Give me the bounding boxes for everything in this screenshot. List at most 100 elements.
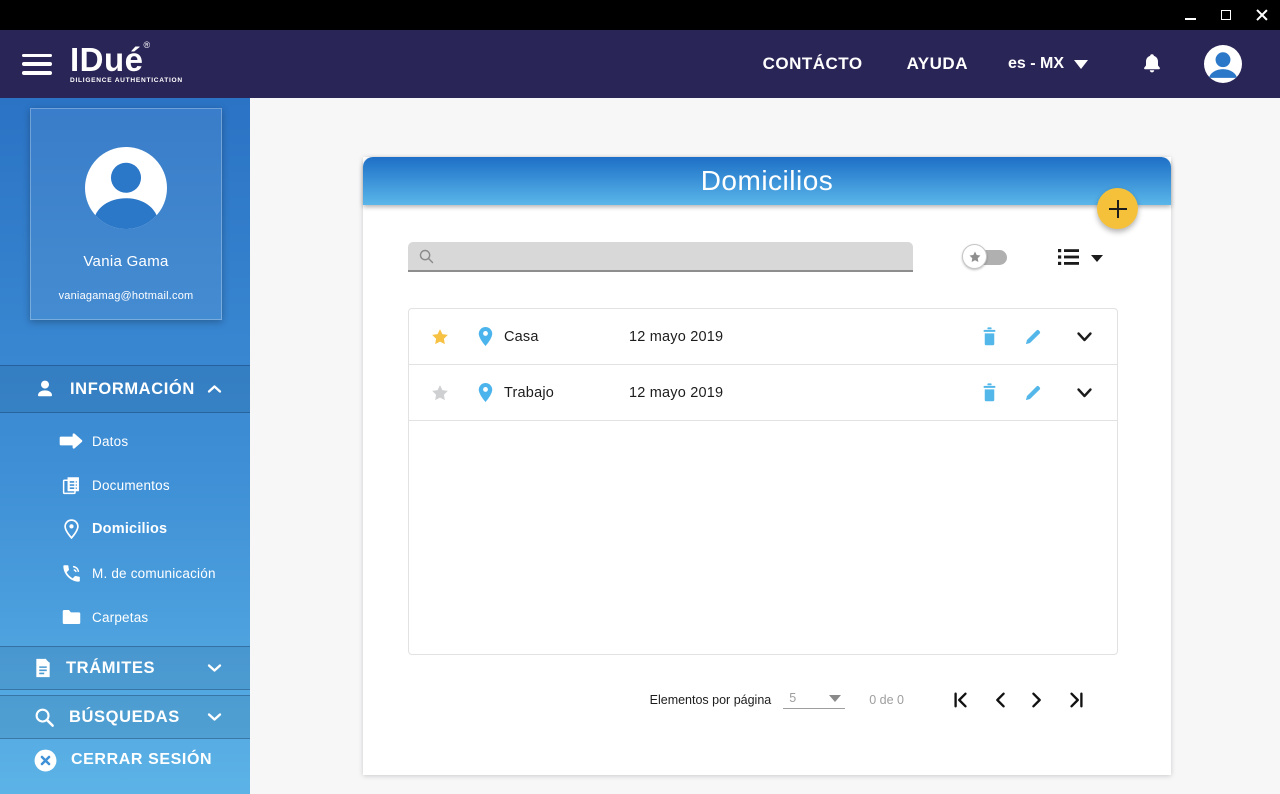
logout-label: CERRAR SESIÓN bbox=[71, 751, 213, 768]
location-pin-icon bbox=[477, 381, 494, 404]
toggle-knob bbox=[962, 244, 987, 269]
chevron-right-icon bbox=[1032, 692, 1041, 708]
favorite-star-button[interactable] bbox=[430, 327, 450, 347]
logo-tagline: DILIGENCE AUTHENTICATION bbox=[70, 77, 183, 85]
chevron-down-icon bbox=[1077, 331, 1092, 341]
profile-avatar bbox=[85, 147, 167, 229]
address-name: Casa bbox=[504, 328, 539, 345]
view-options-button[interactable] bbox=[1056, 246, 1103, 268]
close-icon bbox=[1256, 9, 1268, 21]
first-page-button[interactable] bbox=[952, 691, 970, 709]
information-subnav: Datos Documentos Domicilios M. de comuni… bbox=[0, 413, 250, 643]
page-size-value: 5 bbox=[789, 691, 797, 705]
search-icon bbox=[419, 249, 434, 263]
previous-page-button[interactable] bbox=[993, 691, 1007, 709]
chevron-left-icon bbox=[996, 692, 1005, 708]
add-address-button[interactable] bbox=[1097, 188, 1138, 229]
favorites-filter-toggle[interactable] bbox=[962, 244, 1010, 270]
app-logo[interactable]: IDué® DILIGENCE AUTHENTICATION bbox=[70, 40, 183, 85]
address-list: Casa 12 mayo 2019 Trabajo 12 mayo 2019 bbox=[408, 308, 1118, 655]
trash-icon bbox=[983, 327, 996, 346]
minimize-icon bbox=[1184, 18, 1196, 20]
star-filled-icon bbox=[432, 384, 448, 400]
toolbar bbox=[408, 242, 1103, 272]
table-row[interactable]: Casa 12 mayo 2019 bbox=[409, 309, 1117, 365]
section-label: BÚSQUEDAS bbox=[69, 707, 180, 726]
close-button[interactable] bbox=[1244, 0, 1280, 30]
card-header: Domicilios bbox=[363, 157, 1171, 205]
search-icon bbox=[35, 708, 54, 727]
person-icon bbox=[1208, 52, 1238, 78]
page-range: 0 de 0 bbox=[869, 693, 904, 707]
sidebar-item-domicilios[interactable]: Domicilios bbox=[0, 507, 250, 551]
sidebar-item-label: Datos bbox=[92, 433, 129, 449]
items-per-page-label: Elementos por página bbox=[649, 693, 772, 707]
sidebar-item-label: M. de comunicación bbox=[92, 565, 216, 581]
maximize-button[interactable] bbox=[1208, 0, 1244, 30]
sidebar-item-carpetas[interactable]: Carpetas bbox=[0, 595, 250, 639]
location-pin-icon bbox=[58, 518, 84, 540]
chevron-down-icon bbox=[1077, 387, 1092, 397]
sidebar-section-busquedas[interactable]: BÚSQUEDAS bbox=[0, 695, 250, 739]
next-page-button[interactable] bbox=[1030, 691, 1044, 709]
logout-button[interactable]: CERRAR SESIÓN bbox=[0, 739, 250, 781]
first-page-icon bbox=[954, 692, 967, 708]
search-box[interactable] bbox=[408, 242, 913, 272]
menu-icon[interactable] bbox=[22, 53, 52, 75]
folder-icon bbox=[58, 608, 84, 626]
maximize-icon bbox=[1221, 10, 1231, 20]
profile-name: Vania Gama bbox=[83, 253, 169, 270]
sidebar-item-documentos[interactable]: Documentos bbox=[0, 463, 250, 507]
sidebar-item-comunicacion[interactable]: M. de comunicación bbox=[0, 551, 250, 595]
sidebar-item-label: Documentos bbox=[92, 477, 170, 493]
documents-icon bbox=[58, 475, 84, 496]
chevron-down-icon bbox=[1074, 59, 1088, 69]
location-pin-icon bbox=[477, 325, 494, 348]
list-icon bbox=[1058, 249, 1079, 265]
search-input[interactable] bbox=[443, 248, 903, 264]
document-icon bbox=[36, 658, 50, 678]
window-titlebar bbox=[0, 0, 1280, 30]
sidebar-item-label: Carpetas bbox=[92, 609, 149, 625]
chevron-down-icon bbox=[829, 694, 842, 702]
domicilios-card: Domicilios Casa 12 mayo 2019 Trabajo 12 … bbox=[363, 157, 1171, 775]
minimize-button[interactable] bbox=[1172, 0, 1208, 30]
sidebar-section-tramites[interactable]: TRÁMITES bbox=[0, 646, 250, 690]
sidebar-section-informacion[interactable]: INFORMACIÓN bbox=[0, 365, 250, 413]
last-page-icon bbox=[1070, 692, 1083, 708]
help-link[interactable]: AYUDA bbox=[907, 54, 968, 74]
trash-icon bbox=[983, 383, 996, 402]
user-avatar[interactable] bbox=[1204, 45, 1242, 83]
edit-button[interactable] bbox=[1023, 327, 1043, 347]
edit-button[interactable] bbox=[1023, 383, 1043, 403]
sidebar-item-label: Domicilios bbox=[92, 521, 168, 537]
expand-row-button[interactable] bbox=[1076, 387, 1093, 399]
section-label: TRÁMITES bbox=[66, 658, 156, 677]
profile-email: vaniagamag@hotmail.com bbox=[58, 290, 194, 302]
notifications-button[interactable] bbox=[1140, 51, 1164, 77]
pagination: Elementos por página 5 0 de 0 bbox=[650, 685, 1085, 715]
contact-link[interactable]: CONTÁCTO bbox=[763, 54, 863, 74]
star-filled-icon bbox=[432, 328, 448, 344]
page-size-select[interactable]: 5 bbox=[783, 691, 846, 709]
table-row[interactable]: Trabajo 12 mayo 2019 bbox=[409, 365, 1117, 421]
sidebar: Vania Gama vaniagamag@hotmail.com INFORM… bbox=[0, 98, 250, 794]
pencil-icon bbox=[1025, 329, 1041, 344]
chevron-down-icon bbox=[207, 712, 222, 722]
expand-row-button[interactable] bbox=[1076, 331, 1093, 343]
page-title: Domicilios bbox=[700, 165, 834, 196]
delete-button[interactable] bbox=[980, 382, 999, 403]
address-name: Trabajo bbox=[504, 384, 555, 401]
registered-mark: ® bbox=[143, 40, 151, 51]
arrow-card-icon bbox=[58, 432, 84, 450]
phone-call-icon bbox=[58, 563, 84, 584]
profile-card: Vania Gama vaniagamag@hotmail.com bbox=[30, 108, 222, 320]
favorite-star-button[interactable] bbox=[430, 383, 450, 403]
address-date: 12 mayo 2019 bbox=[629, 384, 724, 401]
language-selector[interactable]: es - MX bbox=[1008, 55, 1088, 73]
logo-text: IDué bbox=[70, 41, 144, 79]
sidebar-item-datos[interactable]: Datos bbox=[0, 419, 250, 463]
delete-button[interactable] bbox=[980, 326, 999, 347]
last-page-button[interactable] bbox=[1067, 691, 1085, 709]
star-icon bbox=[969, 251, 980, 262]
